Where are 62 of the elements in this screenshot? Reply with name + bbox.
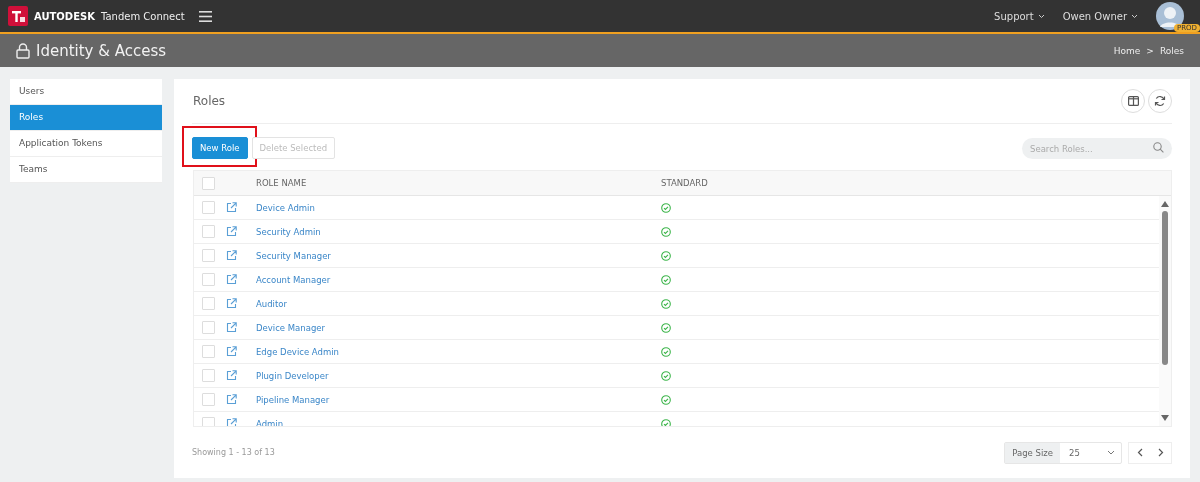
breadcrumb-separator: > — [1146, 45, 1154, 56]
breadcrumb-link[interactable]: Home — [1113, 45, 1141, 56]
scrollbar[interactable] — [1159, 196, 1171, 426]
row-checkbox[interactable] — [202, 249, 215, 262]
role-link[interactable]: Security Manager — [256, 250, 661, 261]
row-checkbox[interactable] — [202, 369, 215, 382]
edit-icon[interactable] — [226, 274, 237, 285]
search-field[interactable]: Search Roles... — [1022, 138, 1172, 159]
brand-name: AUTODESK — [34, 10, 95, 22]
row-checkbox[interactable] — [202, 393, 215, 406]
edit-icon[interactable] — [226, 346, 237, 357]
role-link[interactable]: Account Manager — [256, 274, 661, 285]
page-title: Identity & Access — [36, 41, 167, 60]
refresh-icon — [1154, 95, 1166, 107]
breadcrumb-current: Roles — [1159, 45, 1184, 56]
product-name: Tandem Connect — [100, 10, 185, 22]
edit-icon[interactable] — [226, 202, 237, 213]
role-link[interactable]: Admin — [256, 418, 661, 426]
role-link[interactable]: Auditor — [256, 298, 661, 309]
select-all-checkbox[interactable] — [202, 176, 215, 190]
row-checkbox[interactable] — [202, 297, 215, 310]
chevron-left-icon — [1136, 448, 1143, 457]
role-link[interactable]: Security Admin — [256, 226, 661, 237]
search-icon — [1153, 141, 1164, 153]
sidebar-item[interactable]: Application Tokens — [10, 131, 162, 157]
row-checkbox[interactable] — [202, 225, 215, 238]
row-checkbox[interactable] — [202, 201, 215, 214]
role-link[interactable]: Device Admin — [256, 202, 661, 213]
edit-icon[interactable] — [226, 370, 237, 381]
logo-icon — [8, 6, 28, 26]
columns-icon — [1127, 96, 1139, 106]
sidebar-item[interactable]: Teams — [10, 157, 162, 183]
top-menu[interactable]: Support — [994, 10, 1045, 22]
sidebar-item[interactable]: Roles — [10, 105, 162, 131]
row-checkbox[interactable] — [202, 273, 215, 286]
scroll-down-icon[interactable] — [1161, 415, 1169, 421]
role-link[interactable]: Pipeline Manager — [256, 394, 661, 405]
refresh-button[interactable] — [1148, 89, 1172, 113]
edit-icon[interactable] — [226, 322, 237, 333]
panel-title: Roles — [192, 94, 226, 108]
role-link[interactable]: Edge Device Admin — [256, 346, 661, 357]
menu-icon[interactable] — [198, 10, 212, 22]
top-menu[interactable]: Owen Owner — [1062, 10, 1138, 22]
toolbar-button[interactable]: New Role — [192, 136, 248, 159]
row-checkbox[interactable] — [202, 345, 215, 358]
results-count: Showing 1 - 13 of 13 — [192, 448, 275, 457]
columns-button[interactable] — [1121, 89, 1145, 113]
edit-icon[interactable] — [226, 418, 237, 426]
column-header: STANDARD — [661, 178, 709, 188]
edit-icon[interactable] — [226, 298, 237, 309]
role-link[interactable]: Plugin Developer — [256, 370, 661, 381]
column-header: ROLE NAME — [256, 178, 308, 188]
edit-icon[interactable] — [226, 250, 237, 261]
edit-icon[interactable] — [226, 394, 237, 405]
chevron-right-icon — [1157, 448, 1164, 457]
role-link[interactable]: Device Manager — [256, 322, 661, 333]
lock-icon — [16, 42, 30, 59]
scroll-up-icon[interactable] — [1161, 201, 1169, 207]
row-checkbox[interactable] — [202, 321, 215, 334]
edit-icon[interactable] — [226, 226, 237, 237]
caret-icon — [1037, 13, 1045, 19]
caret-icon — [1131, 13, 1138, 19]
